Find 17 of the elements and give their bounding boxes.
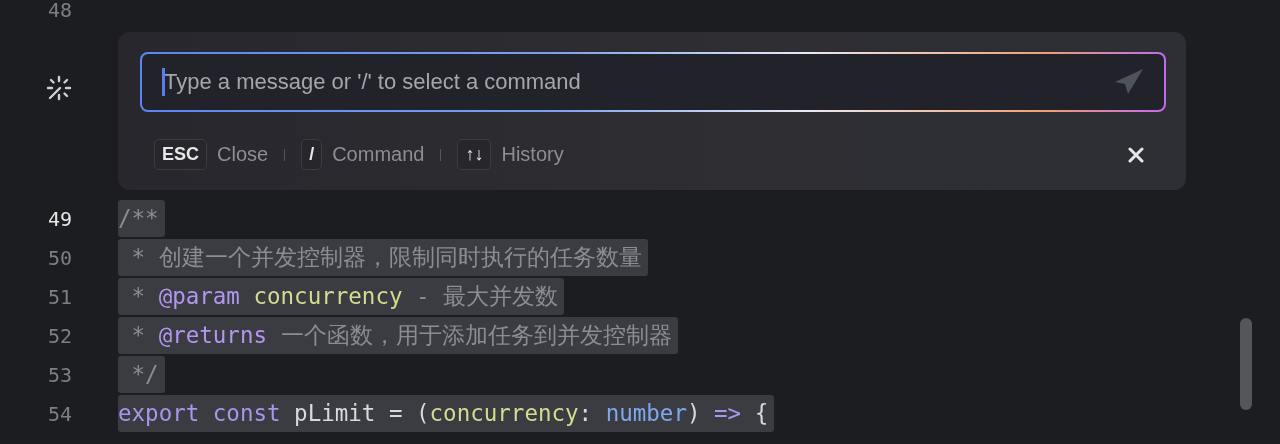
- sparkle-icon[interactable]: [45, 74, 73, 102]
- line-number: 52: [47, 323, 72, 348]
- line-number: 53: [47, 362, 72, 387]
- hint-label: Close: [217, 143, 269, 166]
- hint-label: History: [501, 143, 564, 166]
- line-number: 48: [47, 0, 72, 20]
- line-number: 49: [47, 206, 72, 231]
- message-field[interactable]: Type a message or '/' to select a command: [140, 52, 1166, 112]
- key-badge: /: [301, 139, 323, 170]
- hint-label: Command: [332, 143, 425, 166]
- line-number: 51: [47, 284, 72, 309]
- key-badge: ↑↓: [457, 139, 492, 170]
- close-icon[interactable]: [1128, 146, 1144, 163]
- key-badge: ESC: [154, 139, 207, 170]
- line-number: 54: [47, 401, 72, 426]
- line-number: 50: [47, 245, 72, 270]
- scrollbar-thumb[interactable]: [1240, 318, 1252, 410]
